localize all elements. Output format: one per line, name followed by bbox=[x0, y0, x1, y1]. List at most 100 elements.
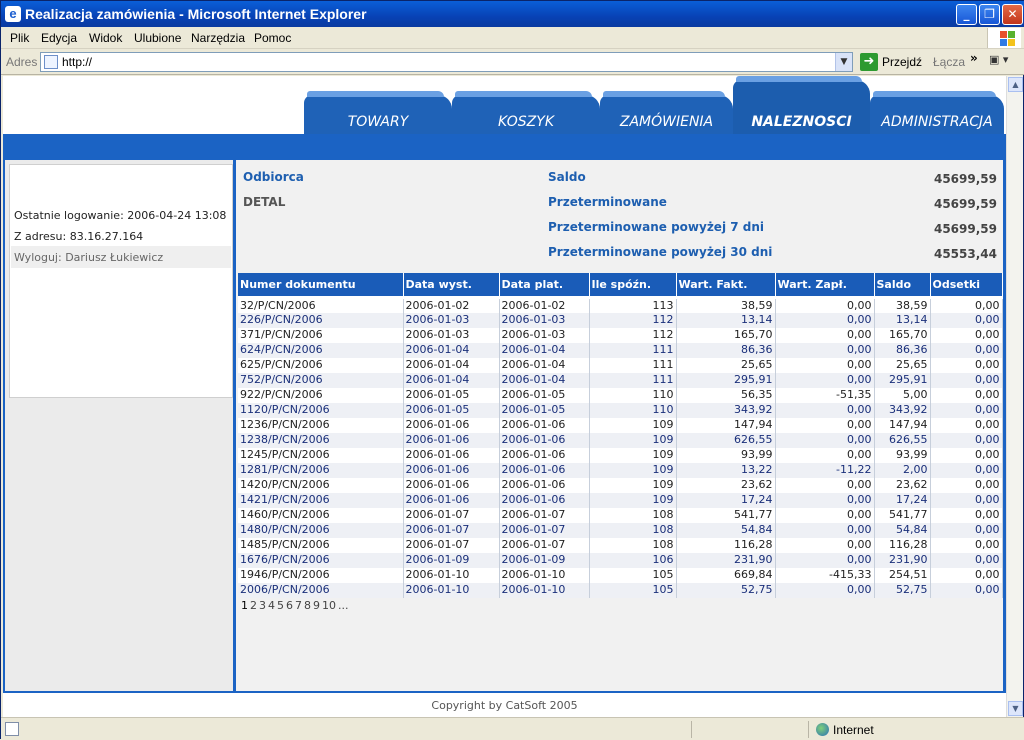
table-row[interactable]: 1236/P/CN/2006 2006-01-06 2006-01-06 109 147… bbox=[238, 417, 1003, 433]
table-row[interactable]: 625/P/CN/2006 2006-01-04 2006-01-04 111 25,6… bbox=[238, 357, 1003, 373]
table-cell: 0,00 bbox=[775, 537, 875, 553]
table-row[interactable]: 2006/P/CN/2006 2006-01-10 2006-01-10 105 52,… bbox=[238, 582, 1003, 598]
menu-edit[interactable]: Edycja bbox=[41, 31, 77, 45]
table-cell: 109 bbox=[589, 447, 677, 463]
column-header: Wart. Zapł. bbox=[775, 273, 875, 299]
table-row[interactable]: 1946/P/CN/2006 2006-01-10 2006-01-10 105 669… bbox=[238, 567, 1003, 583]
links-chevron-icon[interactable]: » bbox=[970, 51, 978, 65]
document-number-cell[interactable]: 2006/P/CN/2006 bbox=[238, 582, 404, 598]
menu-bar: Plik Edycja Widok Ulubione Narzędzia Pom… bbox=[1, 27, 1024, 49]
document-number-cell[interactable]: 1480/P/CN/2006 bbox=[238, 522, 404, 538]
table-cell: 0,00 bbox=[930, 402, 1003, 418]
login-address: Z adresu: 83.16.27.164 bbox=[14, 230, 144, 243]
restore-button[interactable]: ❐ bbox=[979, 4, 1000, 25]
vertical-scrollbar[interactable]: ▲ ▼ bbox=[1006, 76, 1023, 717]
table-row[interactable]: 32/P/CN/2006 2006-01-02 2006-01-02 113 38,59… bbox=[238, 297, 1003, 313]
scroll-down-icon[interactable]: ▼ bbox=[1008, 701, 1023, 716]
table-row[interactable]: 1120/P/CN/2006 2006-01-05 2006-01-05 110 343… bbox=[238, 402, 1003, 418]
tab-koszyk[interactable]: KOSZYK bbox=[452, 91, 600, 136]
table-cell: 109 bbox=[589, 417, 677, 433]
page-link[interactable]: 9 bbox=[313, 599, 320, 612]
table-row[interactable]: 1420/P/CN/2006 2006-01-06 2006-01-06 109 23,… bbox=[238, 477, 1003, 493]
tab-naleznosci[interactable]: NALEZNOSCI bbox=[733, 76, 870, 136]
table-row[interactable]: 1460/P/CN/2006 2006-01-07 2006-01-07 108 541… bbox=[238, 507, 1003, 523]
table-cell: -11,22 bbox=[775, 462, 875, 478]
page-link[interactable]: 10 bbox=[322, 599, 336, 612]
tab-towary[interactable]: TOWARY bbox=[304, 91, 452, 136]
document-number-cell[interactable]: 922/P/CN/2006 bbox=[238, 387, 404, 403]
address-url[interactable]: http:// bbox=[62, 55, 92, 69]
table-row[interactable]: 226/P/CN/2006 2006-01-03 2006-01-03 112 13,1… bbox=[238, 312, 1003, 328]
table-cell: 17,24 bbox=[874, 492, 931, 508]
page-link[interactable]: 5 bbox=[277, 599, 284, 612]
menu-file[interactable]: Plik bbox=[10, 31, 29, 45]
page-link[interactable]: 1 bbox=[241, 599, 248, 612]
table-row[interactable]: 1245/P/CN/2006 2006-01-06 2006-01-06 109 93,… bbox=[238, 447, 1003, 463]
tab-administracja[interactable]: ADMINISTRACJA bbox=[870, 91, 1004, 136]
page-link[interactable]: 7 bbox=[295, 599, 302, 612]
internet-zone-icon bbox=[816, 723, 829, 736]
table-cell: 295,91 bbox=[676, 372, 776, 388]
table-cell: 110 bbox=[589, 402, 677, 418]
minimize-button[interactable]: _ bbox=[956, 4, 977, 25]
document-number-cell[interactable]: 1236/P/CN/2006 bbox=[238, 417, 404, 433]
document-number-cell[interactable]: 624/P/CN/2006 bbox=[238, 342, 404, 358]
links-button[interactable]: Łącza bbox=[933, 55, 965, 69]
go-arrow-icon[interactable]: ➜ bbox=[860, 53, 878, 71]
document-number-cell[interactable]: 752/P/CN/2006 bbox=[238, 372, 404, 388]
table-row[interactable]: 1485/P/CN/2006 2006-01-07 2006-01-07 108 116… bbox=[238, 537, 1003, 553]
document-number-cell[interactable]: 1946/P/CN/2006 bbox=[238, 567, 404, 583]
table-cell: 0,00 bbox=[775, 327, 875, 343]
logout-link[interactable]: Wyloguj: Dariusz Łukiewicz bbox=[11, 246, 231, 268]
document-number-cell[interactable]: 1460/P/CN/2006 bbox=[238, 507, 404, 523]
document-number-cell[interactable]: 1485/P/CN/2006 bbox=[238, 537, 404, 553]
page-link[interactable]: 6 bbox=[286, 599, 293, 612]
document-number-cell[interactable]: 1245/P/CN/2006 bbox=[238, 447, 404, 463]
address-dropdown-icon[interactable]: ▼ bbox=[835, 53, 852, 71]
tab-zamowienia[interactable]: ZAMÓWIENIA bbox=[600, 91, 733, 136]
menu-tools[interactable]: Narzędzia bbox=[191, 31, 245, 45]
scroll-up-icon[interactable]: ▲ bbox=[1008, 77, 1023, 92]
table-cell: 0,00 bbox=[930, 372, 1003, 388]
page-link[interactable]: 4 bbox=[268, 599, 275, 612]
document-number-cell[interactable]: 1420/P/CN/2006 bbox=[238, 477, 404, 493]
menu-help[interactable]: Pomoc bbox=[254, 31, 291, 45]
close-button[interactable]: ✕ bbox=[1002, 4, 1023, 25]
address-input[interactable]: http:// ▼ bbox=[40, 52, 853, 72]
table-row[interactable]: 1281/P/CN/2006 2006-01-06 2006-01-06 109 13,… bbox=[238, 462, 1003, 478]
page-link[interactable]: 8 bbox=[304, 599, 311, 612]
table-row[interactable]: 624/P/CN/2006 2006-01-04 2006-01-04 111 86,3… bbox=[238, 342, 1003, 358]
table-row[interactable]: 1421/P/CN/2006 2006-01-06 2006-01-06 109 17,… bbox=[238, 492, 1003, 508]
research-tool-icon[interactable]: ▣ ▾ bbox=[989, 53, 1019, 71]
table-cell: 109 bbox=[589, 492, 677, 508]
table-row[interactable]: 1238/P/CN/2006 2006-01-06 2006-01-06 109 626… bbox=[238, 432, 1003, 448]
table-cell: 2006-01-03 bbox=[403, 312, 500, 328]
table-body: 32/P/CN/2006 2006-01-02 2006-01-02 113 38,59… bbox=[238, 297, 1003, 598]
document-number-cell[interactable]: 1281/P/CN/2006 bbox=[238, 462, 404, 478]
page-link[interactable]: ... bbox=[338, 599, 349, 612]
menu-view[interactable]: Widok bbox=[89, 31, 122, 45]
table-cell: 343,92 bbox=[874, 402, 931, 418]
document-number-cell[interactable]: 1421/P/CN/2006 bbox=[238, 492, 404, 508]
page-viewport: TOWARY KOSZYK ZAMÓWIENIA NALEZNOSCI ADMI… bbox=[3, 76, 1023, 717]
table-row[interactable]: 371/P/CN/2006 2006-01-03 2006-01-03 112 165,… bbox=[238, 327, 1003, 343]
table-cell: 0,00 bbox=[930, 462, 1003, 478]
table-cell: 231,90 bbox=[874, 552, 931, 568]
document-number-cell[interactable]: 1238/P/CN/2006 bbox=[238, 432, 404, 448]
table-row[interactable]: 1676/P/CN/2006 2006-01-09 2006-01-09 106 231… bbox=[238, 552, 1003, 568]
document-number-cell[interactable]: 32/P/CN/2006 bbox=[238, 297, 404, 313]
title-bar: e Realizacja zamówienia - Microsoft Inte… bbox=[1, 1, 1024, 27]
page-link[interactable]: 3 bbox=[259, 599, 266, 612]
document-number-cell[interactable]: 1676/P/CN/2006 bbox=[238, 552, 404, 568]
document-number-cell[interactable]: 625/P/CN/2006 bbox=[238, 357, 404, 373]
menu-favorites[interactable]: Ulubione bbox=[134, 31, 181, 45]
page-link[interactable]: 2 bbox=[250, 599, 257, 612]
document-number-cell[interactable]: 1120/P/CN/2006 bbox=[238, 402, 404, 418]
table-cell: 116,28 bbox=[676, 537, 776, 553]
table-row[interactable]: 1480/P/CN/2006 2006-01-07 2006-01-07 108 54,… bbox=[238, 522, 1003, 538]
table-row[interactable]: 752/P/CN/2006 2006-01-04 2006-01-04 111 295,… bbox=[238, 372, 1003, 388]
table-row[interactable]: 922/P/CN/2006 2006-01-05 2006-01-05 110 56,3… bbox=[238, 387, 1003, 403]
document-number-cell[interactable]: 371/P/CN/2006 bbox=[238, 327, 404, 343]
go-button[interactable]: Przejdź bbox=[882, 55, 922, 69]
document-number-cell[interactable]: 226/P/CN/2006 bbox=[238, 312, 404, 328]
